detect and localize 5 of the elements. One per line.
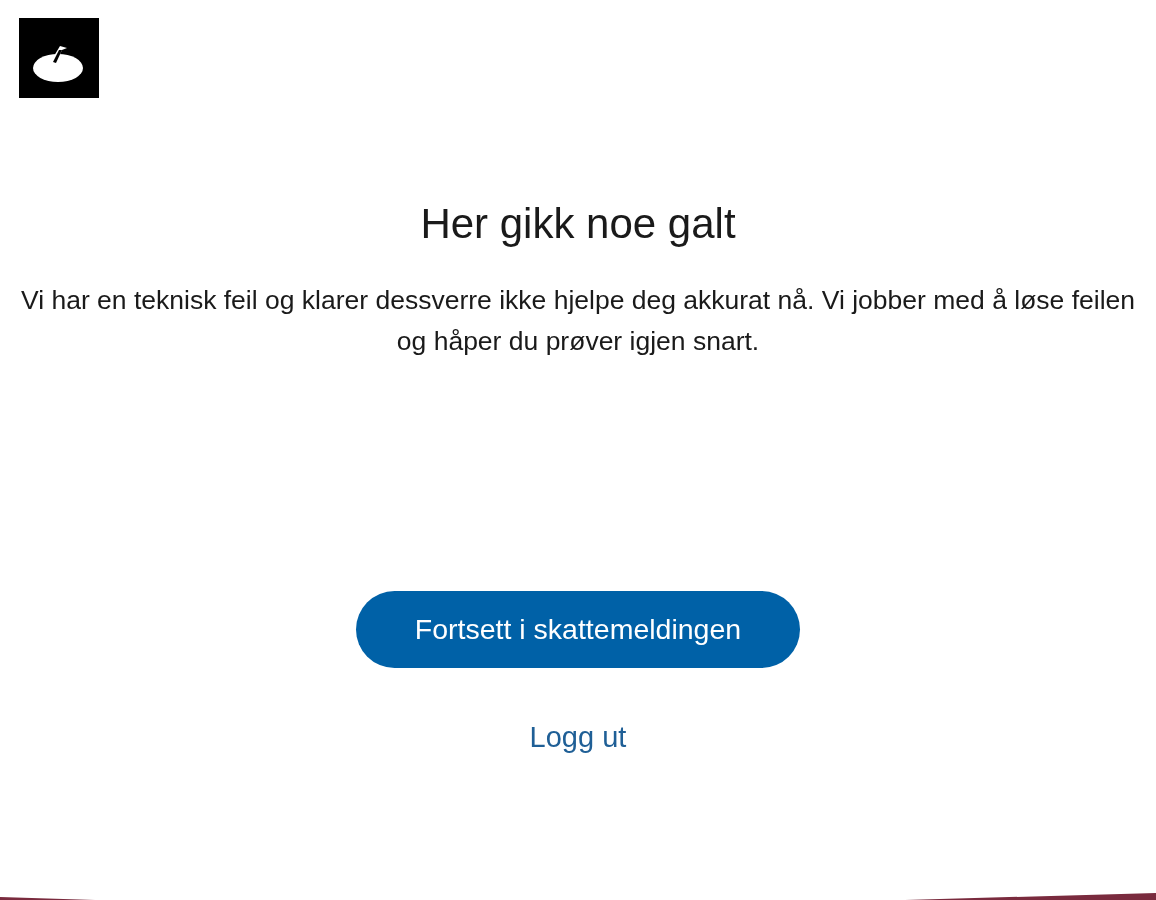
continue-button[interactable]: Fortsett i skattemeldingen bbox=[356, 591, 800, 668]
logout-link[interactable]: Logg ut bbox=[529, 721, 627, 754]
page-heading: Her gikk noe galt bbox=[420, 199, 736, 249]
error-message: Vi har en teknisk feil og klarer dessverre ikke hjelpe deg akkurat nå. Vi jobber med å løse feilen og håper du prøver igjen snart. bbox=[19, 284, 1137, 358]
logo-icon bbox=[19, 18, 99, 98]
